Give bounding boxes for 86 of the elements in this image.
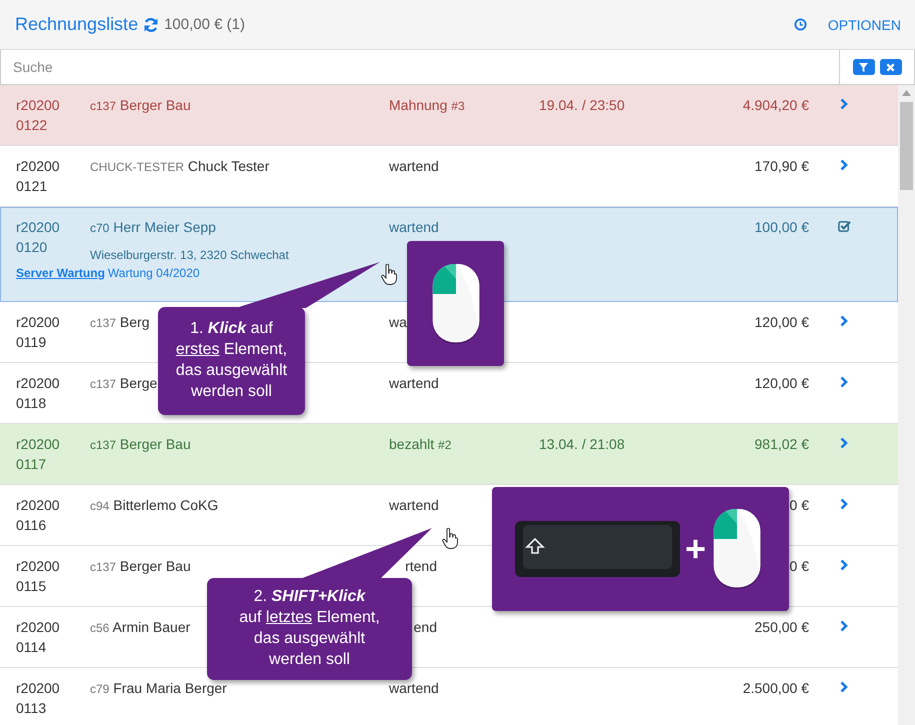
clear-button[interactable] bbox=[880, 59, 902, 75]
invoice-number: r202000116 bbox=[16, 496, 61, 535]
status-count: #3 bbox=[451, 99, 465, 113]
hand-cursor-icon bbox=[381, 264, 397, 286]
customer-code: c70 bbox=[90, 221, 110, 235]
customer-name: Berg bbox=[120, 314, 150, 330]
status-label: end bbox=[412, 618, 437, 637]
status-label: rtend bbox=[404, 557, 437, 576]
invoice-number: r202000119 bbox=[16, 313, 61, 352]
chevron-right-icon[interactable] bbox=[839, 498, 849, 510]
invoice-number: r202000122 bbox=[16, 96, 61, 135]
invoice-row[interactable]: r202000120 c70 Herr Meier Sepp Wieselburgerstr. 13, 2320 Schwechat wartend 100,00 € Server Wartung Wartung 04/2020 bbox=[0, 207, 898, 302]
invoice-number: r202000115 bbox=[16, 557, 61, 596]
chevron-right-icon[interactable] bbox=[839, 437, 849, 449]
amount: 120,00 € bbox=[754, 314, 809, 330]
chevron-right-icon[interactable] bbox=[839, 98, 849, 110]
status-count: #2 bbox=[438, 438, 452, 452]
invoice-number: r202000117 bbox=[16, 435, 61, 474]
status-label: bezahlt bbox=[389, 435, 434, 454]
chevron-right-icon[interactable] bbox=[839, 559, 849, 571]
filter-button[interactable] bbox=[852, 59, 874, 75]
customer-code: c137 bbox=[90, 560, 116, 574]
invoice-number: r202000120 bbox=[16, 218, 61, 257]
project-note: Wartung 04/2020 bbox=[108, 266, 200, 280]
customer-name: Herr Meier Sepp bbox=[113, 219, 216, 235]
customer-name: Berger Bau bbox=[120, 436, 191, 452]
amount: 4.904,20 € bbox=[742, 97, 809, 113]
amount: 170,90 € bbox=[754, 158, 809, 174]
status-label: wartend bbox=[389, 157, 439, 176]
customer-code: c94 bbox=[90, 499, 110, 513]
scroll-thumb[interactable] bbox=[900, 102, 913, 190]
amount: 100,00 € bbox=[754, 219, 809, 235]
invoice-row[interactable]: r202000117 c137 Berger Bau bezahlt #2 13.04. / 21:08 981,02 € bbox=[0, 424, 898, 485]
customer-code: c137 bbox=[90, 438, 116, 452]
chevron-right-icon[interactable] bbox=[839, 620, 849, 632]
amount: 0 € bbox=[790, 558, 809, 574]
chevron-right-icon[interactable] bbox=[839, 681, 849, 693]
close-icon bbox=[886, 62, 895, 72]
amount: 120,00 € bbox=[754, 375, 809, 391]
status-label: wa bbox=[389, 313, 407, 332]
scroll-up-icon[interactable] bbox=[902, 90, 911, 96]
amount: 981,02 € bbox=[754, 436, 809, 452]
clock-icon[interactable] bbox=[794, 18, 807, 31]
customer-code: c79 bbox=[90, 682, 110, 696]
customer-code: c56 bbox=[90, 621, 110, 635]
invoice-number: r202000118 bbox=[16, 374, 61, 413]
status-label: wartend bbox=[389, 496, 439, 515]
customer-address: Wieselburgerstr. 13, 2320 Schwechat bbox=[90, 248, 290, 263]
due-date: 19.04. / 23:50 bbox=[539, 97, 625, 113]
filter-icon bbox=[859, 62, 868, 72]
amount: 2.500,00 € bbox=[742, 680, 809, 696]
customer-name: Berger Bau bbox=[120, 558, 191, 574]
status-label: wartend bbox=[389, 218, 439, 237]
customer-code: c137 bbox=[90, 377, 116, 391]
customer-name: Bitterlemo CoKG bbox=[113, 497, 218, 513]
chevron-right-icon[interactable] bbox=[839, 315, 849, 327]
customer-name: Frau Maria Berger bbox=[113, 680, 227, 696]
hand-cursor-icon bbox=[442, 528, 458, 550]
due-date: 13.04. / 21:08 bbox=[539, 436, 625, 452]
status-label: wartend bbox=[389, 679, 439, 698]
selection-summary: 100,00 € (1) bbox=[164, 16, 245, 33]
customer-name: Chuck Tester bbox=[188, 158, 270, 174]
shift-key-icon bbox=[515, 521, 680, 577]
chevron-right-icon[interactable] bbox=[839, 376, 849, 388]
refresh-icon[interactable] bbox=[143, 16, 160, 32]
customer-code: c137 bbox=[90, 316, 116, 330]
customer-code: c137 bbox=[90, 99, 116, 113]
status-label: wartend bbox=[389, 374, 439, 393]
amount: 250,00 € bbox=[754, 619, 809, 635]
customer-code: CHUCK-TESTER bbox=[90, 160, 184, 174]
status-label: Mahnung bbox=[389, 96, 448, 115]
customer-name: Berger Bau bbox=[120, 97, 191, 113]
search-input[interactable]: Suche bbox=[1, 50, 839, 84]
invoice-number: r202000114 bbox=[16, 618, 61, 657]
invoice-row[interactable]: r202000122 c137 Berger Bau Mahnung #3 19.04. / 23:50 4.904,20 € bbox=[0, 85, 898, 146]
options-link[interactable]: OPTIONEN bbox=[828, 16, 901, 32]
invoice-number: r202000113 bbox=[16, 679, 61, 718]
chevron-right-icon[interactable] bbox=[839, 159, 849, 171]
mouse-icon bbox=[430, 262, 480, 346]
scrollbar[interactable] bbox=[898, 85, 915, 725]
customer-name: Armin Bauer bbox=[112, 619, 190, 635]
invoice-number: r202000121 bbox=[16, 157, 61, 196]
checkbox-icon[interactable] bbox=[838, 220, 850, 233]
customer-name: Berge bbox=[120, 375, 158, 391]
amount: 0 € bbox=[790, 497, 809, 513]
page-title: Rechnungsliste bbox=[15, 14, 138, 35]
